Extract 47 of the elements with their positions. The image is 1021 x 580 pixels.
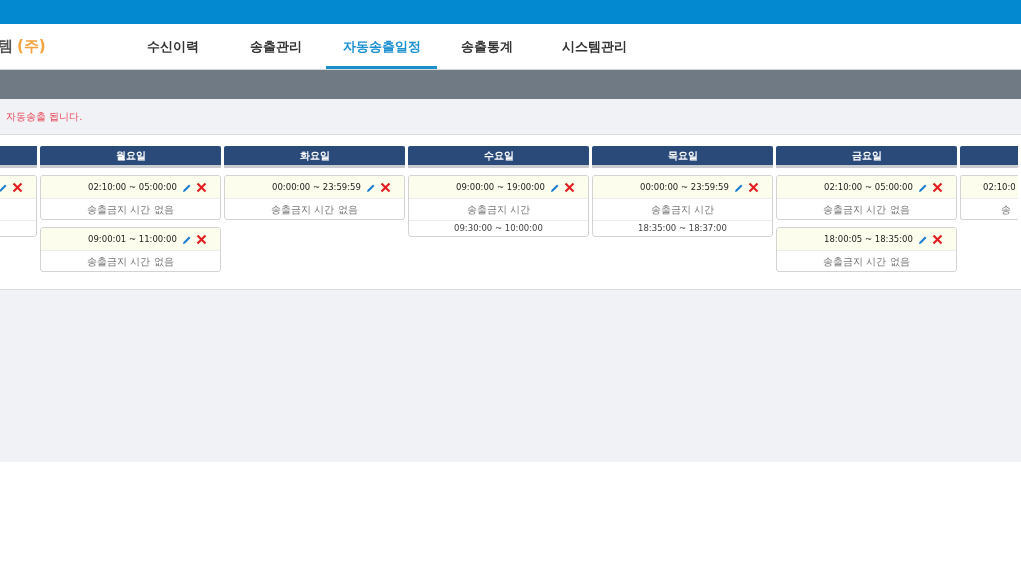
pencil-icon[interactable] — [918, 234, 928, 245]
time-range: 09:00:00 ~ 19:00:00 — [456, 180, 545, 194]
pencil-icon[interactable] — [182, 182, 192, 193]
restricted-time: 09:30:00 ~ 10:00:00 — [454, 222, 543, 235]
nav-tab[interactable]: 송출관리 — [226, 24, 326, 69]
time-range: 00:00:00 ~ 23:59:59 — [640, 180, 729, 194]
restriction-label: 송 — [1001, 202, 1011, 217]
logo-text: 템 — [0, 36, 13, 58]
time-range: 09:00:01 ~ 11:00:00 — [88, 232, 177, 246]
nav-tab[interactable]: 송출통계 — [437, 24, 537, 69]
time-range: 00:00:00 ~ 23:59:59 — [272, 180, 361, 194]
delete-icon[interactable] — [196, 234, 207, 245]
time-range: 02:10:00 ~ 05:00:00 — [824, 180, 913, 194]
restriction-label: 송출금지 시간 없음 — [271, 202, 358, 217]
delete-icon[interactable] — [564, 182, 575, 193]
restriction-label: 송출금지 시간 없음 — [87, 202, 174, 217]
restriction-label: 송출금지 시간 — [466, 203, 531, 217]
day-header: 수요일 — [408, 146, 589, 168]
delete-icon[interactable] — [932, 182, 943, 193]
delete-icon[interactable] — [932, 234, 943, 245]
logo-suffix: (주) — [17, 36, 46, 58]
time-range: 02:10:0 — [983, 180, 1016, 194]
restriction-label: 송출금지 시간 없음 — [823, 254, 910, 269]
pencil-icon[interactable] — [182, 234, 192, 245]
nav-tab[interactable]: 시스템관리 — [537, 24, 651, 69]
pencil-icon[interactable] — [550, 182, 560, 193]
day-header: 월요일 — [40, 146, 221, 168]
delete-icon[interactable] — [12, 182, 23, 193]
day-header: 화요일 — [224, 146, 405, 168]
delete-icon[interactable] — [196, 182, 207, 193]
pencil-icon[interactable] — [918, 182, 928, 193]
pencil-icon[interactable] — [366, 182, 376, 193]
day-header: 금요일 — [776, 146, 957, 168]
notice-text: 자동송출 됩니다. — [5, 110, 83, 124]
day-header — [960, 146, 1018, 168]
delete-icon[interactable] — [380, 182, 391, 193]
nav-tab[interactable]: 수신이력 — [120, 24, 226, 69]
restricted-time: 18:35:00 ~ 18:37:00 — [638, 222, 727, 235]
delete-icon[interactable] — [748, 182, 759, 193]
pencil-icon[interactable] — [0, 182, 8, 193]
day-header: 목요일 — [592, 146, 773, 168]
restriction-label: 송출금지 시간 없음 — [87, 254, 174, 269]
time-range: 18:00:05 ~ 18:35:00 — [824, 232, 913, 246]
pencil-icon[interactable] — [734, 182, 744, 193]
restriction-label: 송출금지 시간 — [650, 203, 715, 217]
restriction-label: 송출금지 시간 없음 — [823, 202, 910, 217]
time-range: 02:10:00 ~ 05:00:00 — [88, 180, 177, 194]
